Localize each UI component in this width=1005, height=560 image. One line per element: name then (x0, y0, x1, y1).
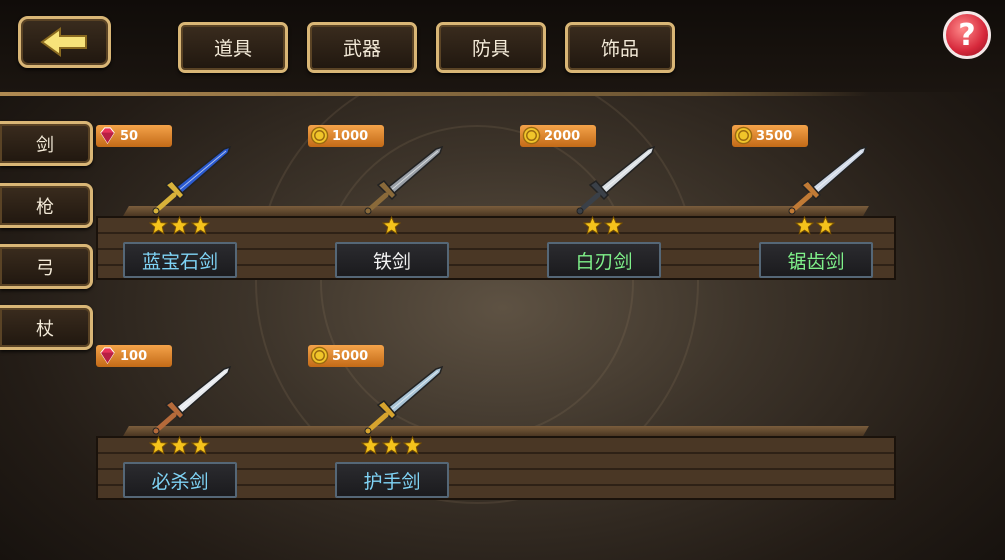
star-icon (402, 436, 422, 455)
star-icon (169, 216, 189, 235)
shop-item[interactable]: 3500 锯齿剑 (732, 125, 892, 325)
shop-item[interactable]: 2000 白刃剑 (520, 125, 680, 325)
shop-item[interactable]: 1000 铁剑 (308, 125, 468, 325)
price-tag: 100 (96, 345, 172, 367)
shop-item[interactable]: 100 必杀剑 (96, 345, 256, 545)
coin-icon (734, 126, 753, 145)
star-icon (148, 216, 168, 235)
gem-icon (100, 347, 115, 364)
sword-icon (152, 365, 232, 435)
star-icon (381, 436, 401, 455)
item-name-label: 必杀剑 (123, 462, 237, 498)
star-rating (148, 216, 210, 238)
category-spear[interactable]: 枪 (0, 183, 93, 228)
coin-icon (310, 126, 329, 145)
shop-item[interactable]: 50 蓝宝石剑 (96, 125, 256, 325)
price-value: 3500 (756, 128, 793, 144)
price-tag: 3500 (732, 125, 808, 147)
star-icon (381, 216, 401, 235)
star-icon (604, 216, 623, 235)
help-button[interactable]: ? (943, 11, 991, 59)
header-divider (0, 92, 870, 96)
star-icon (360, 436, 380, 455)
price-value: 1000 (332, 128, 369, 144)
item-name-label: 铁剑 (335, 242, 449, 278)
tab-items[interactable]: 道具 (178, 22, 288, 73)
coin-icon (310, 346, 329, 365)
price-value: 2000 (544, 128, 581, 144)
star-icon (190, 436, 210, 455)
star-icon (190, 216, 210, 235)
item-name-label: 锯齿剑 (759, 242, 873, 278)
shop-item[interactable]: 5000 护手剑 (308, 345, 468, 545)
star-icon (169, 436, 189, 455)
sword-icon (152, 145, 232, 215)
tab-accessories[interactable]: 饰品 (565, 22, 675, 73)
price-tag: 2000 (520, 125, 596, 147)
back-button[interactable] (18, 16, 111, 68)
category-staff[interactable]: 杖 (0, 305, 93, 350)
sword-icon (364, 365, 444, 435)
question-mark-icon: ? (958, 17, 976, 53)
gem-icon (100, 127, 115, 144)
category-bow[interactable]: 弓 (0, 244, 93, 289)
sword-icon (364, 145, 444, 215)
tab-weapons[interactable]: 武器 (307, 22, 417, 73)
item-name-label: 白刃剑 (547, 242, 661, 278)
price-tag: 5000 (308, 345, 384, 367)
star-icon (148, 436, 168, 455)
price-tag: 1000 (308, 125, 384, 147)
price-value: 100 (120, 348, 148, 364)
sword-icon (788, 145, 868, 215)
price-value: 50 (120, 128, 139, 144)
star-rating (360, 436, 422, 458)
sword-icon (576, 145, 656, 215)
star-rating (148, 436, 210, 458)
tab-armor[interactable]: 防具 (436, 22, 546, 73)
star-rating (583, 216, 623, 238)
item-name-label: 护手剑 (335, 462, 449, 498)
star-rating (795, 216, 835, 238)
star-icon (795, 216, 814, 235)
price-value: 5000 (332, 348, 369, 364)
item-name-label: 蓝宝石剑 (123, 242, 237, 278)
star-icon (583, 216, 602, 235)
left-arrow-icon (39, 27, 87, 57)
star-icon (816, 216, 835, 235)
price-tag: 50 (96, 125, 172, 147)
shop-screen: 道具 武器 防具 饰品 ? 剑 枪 弓 杖 50 蓝宝石剑 1000 铁剑 2000 白刃… (0, 0, 1005, 560)
coin-icon (522, 126, 541, 145)
star-rating (381, 216, 401, 238)
category-sword[interactable]: 剑 (0, 121, 93, 166)
